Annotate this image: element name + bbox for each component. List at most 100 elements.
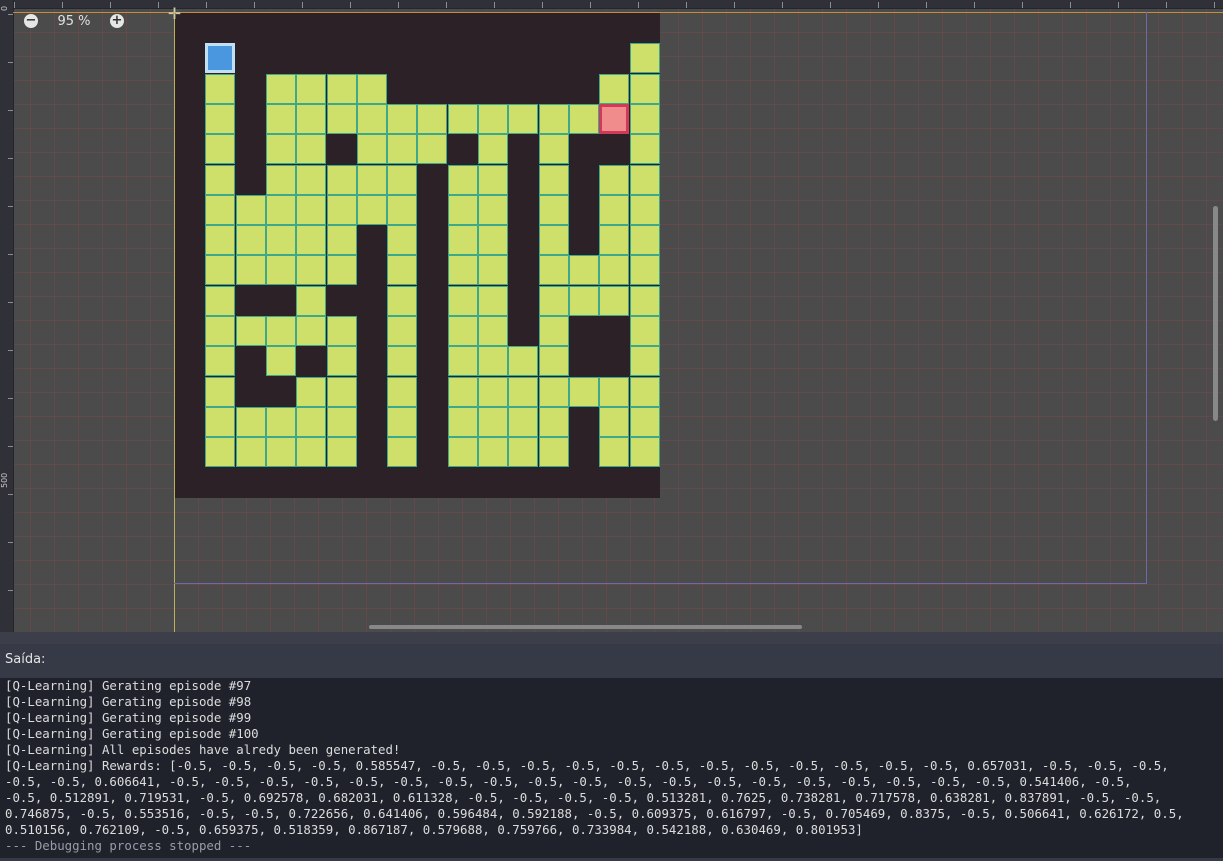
floor-tile (266, 225, 296, 255)
zoom-label[interactable]: 95 % (38, 14, 110, 29)
floor-tile (327, 225, 357, 255)
ruler-tick (590, 2, 591, 8)
floor-tile (630, 255, 660, 285)
floor-tile (478, 437, 508, 467)
floor-tile (630, 134, 660, 164)
floor-tile (205, 316, 235, 346)
zoom-controls: − 95 % + (24, 12, 124, 30)
floor-tile (539, 407, 569, 437)
floor-tile (630, 437, 660, 467)
floor-tile (599, 195, 629, 225)
floor-tile (630, 43, 660, 73)
vertical-ruler: 0 500 (0, 0, 14, 632)
panel-splitter[interactable] (0, 632, 1223, 644)
floor-tile (387, 286, 417, 316)
ruler-tick (8, 446, 13, 447)
floor-tile (327, 437, 357, 467)
floor-tile (236, 316, 266, 346)
floor-tile (327, 377, 357, 407)
ruler-tick (398, 2, 399, 8)
ruler-tick (206, 2, 207, 8)
floor-tile (539, 316, 569, 346)
floor-tile (630, 346, 660, 376)
log-line: [Q-Learning] Gerating episode #99 (5, 710, 252, 725)
ruler-tick (62, 2, 63, 8)
zoom-in-icon[interactable]: + (110, 14, 124, 28)
floor-tile (387, 165, 417, 195)
floor-tile (387, 134, 417, 164)
ruler-tick (446, 2, 447, 8)
floor-tile (296, 195, 326, 225)
floor-tile (478, 316, 508, 346)
ruler-tick (8, 302, 13, 303)
ruler-tick (8, 542, 13, 543)
floor-tile (357, 104, 387, 134)
floor-tile (539, 255, 569, 285)
ruler-tick (1166, 2, 1167, 8)
ruler-tick (350, 2, 351, 8)
ruler-tick (878, 2, 879, 8)
floor-tile (387, 316, 417, 346)
vertical-scrollbar[interactable] (1213, 206, 1218, 421)
ruler-tick (302, 2, 303, 8)
ruler-tick (830, 2, 831, 8)
floor-tile (478, 377, 508, 407)
output-log[interactable]: [Q-Learning] Gerating episode #97 [Q-Lear… (0, 678, 1223, 858)
floor-tile (296, 377, 326, 407)
floor-tile (296, 74, 326, 104)
ruler-tick (254, 2, 255, 8)
log-line: --- Debugging process stopped --- (5, 838, 252, 853)
floor-tile (630, 377, 660, 407)
floor-tile (508, 407, 538, 437)
floor-tile (508, 346, 538, 376)
zoom-out-icon[interactable]: − (24, 14, 38, 28)
floor-tile (266, 104, 296, 134)
floor-tile (539, 377, 569, 407)
canvas-viewport[interactable]: 0 500 ✛ − 95 % + (0, 0, 1223, 632)
ruler-tick (8, 254, 13, 255)
floor-tile (387, 255, 417, 285)
horizontal-scrollbar[interactable] (369, 625, 802, 629)
floor-tile (327, 165, 357, 195)
goal-tile (599, 104, 629, 134)
floor-tile (236, 225, 266, 255)
floor-tile (539, 104, 569, 134)
ruler-tick (1118, 2, 1119, 8)
ruler-tick (1022, 2, 1023, 8)
floor-tile (478, 407, 508, 437)
ruler-tick (8, 62, 13, 63)
floor-tile (236, 437, 266, 467)
log-line: [Q-Learning] Gerating episode #98 (5, 694, 252, 709)
floor-tile (387, 225, 417, 255)
floor-tile (266, 195, 296, 225)
floor-tile (630, 225, 660, 255)
floor-tile (478, 286, 508, 316)
floor-tile (599, 255, 629, 285)
floor-tile (327, 74, 357, 104)
floor-tile (448, 407, 478, 437)
floor-tile (508, 104, 538, 134)
floor-tile (266, 346, 296, 376)
floor-tile (478, 195, 508, 225)
ruler-tick (8, 206, 13, 207)
floor-tile (599, 437, 629, 467)
floor-tile (296, 225, 326, 255)
ruler-tick (8, 590, 13, 591)
floor-tile (448, 346, 478, 376)
floor-tile (630, 104, 660, 134)
floor-tile (205, 74, 235, 104)
floor-tile (630, 195, 660, 225)
floor-tile (387, 437, 417, 467)
floor-tile (387, 195, 417, 225)
floor-tile (539, 165, 569, 195)
floor-tile (296, 165, 326, 195)
floor-tile (266, 437, 296, 467)
floor-tile (205, 104, 235, 134)
floor-tile (569, 286, 599, 316)
floor-tile (478, 165, 508, 195)
floor-tile (236, 255, 266, 285)
floor-tile (539, 195, 569, 225)
output-panel: Saída: [Q-Learning] Gerating episode #97… (0, 644, 1223, 861)
floor-tile (569, 377, 599, 407)
log-line: [Q-Learning] Gerating episode #97 (5, 678, 252, 693)
